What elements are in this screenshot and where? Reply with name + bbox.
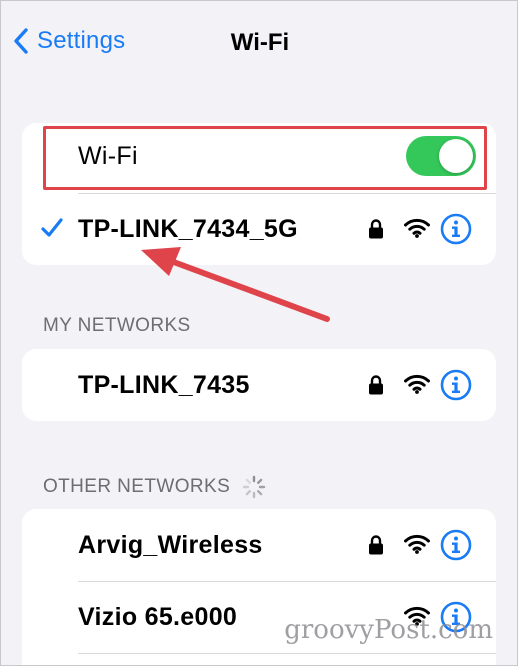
annotation-highlight-box xyxy=(43,126,487,190)
row-divider xyxy=(78,653,496,654)
connected-network-name: TP-LINK_7434_5G xyxy=(78,215,298,243)
lock-icon xyxy=(369,375,383,395)
other-networks-header-row: OTHER NETWORKS xyxy=(43,475,266,499)
network-name: Arvig_Wireless xyxy=(78,531,263,559)
watermark-text: groovyPost.com xyxy=(284,615,493,645)
loading-spinner-icon xyxy=(242,475,266,499)
my-networks-card: TP-LINK_7435 xyxy=(22,349,496,421)
page-title-text: Wi-Fi xyxy=(230,29,290,56)
info-icon[interactable] xyxy=(440,529,472,561)
network-row[interactable]: Arvig_Wireless xyxy=(22,509,496,581)
network-row[interactable]: TP-LINK_7435 xyxy=(22,349,496,421)
page-title: Wi-Fi xyxy=(1,29,517,57)
lock-icon xyxy=(369,535,383,555)
wifi-signal-icon xyxy=(404,534,430,554)
info-icon[interactable] xyxy=(440,369,472,401)
network-name: Vizio 65.e000 xyxy=(78,603,238,631)
other-networks-header: OTHER NETWORKS xyxy=(43,476,231,497)
lock-icon xyxy=(369,219,383,239)
wifi-signal-icon xyxy=(404,374,430,394)
network-name: TP-LINK_7435 xyxy=(78,371,250,399)
my-networks-header: MY NETWORKS xyxy=(43,315,191,336)
wifi-settings-screen: Settings Wi-Fi Wi-Fi TP-LINK_7434_5G MY … xyxy=(0,0,518,666)
wifi-signal-icon xyxy=(404,218,430,238)
connected-network-row[interactable]: TP-LINK_7434_5G xyxy=(22,193,496,265)
navigation-bar: Settings Wi-Fi xyxy=(1,1,517,91)
checkmark-icon xyxy=(41,218,63,237)
info-icon[interactable] xyxy=(440,213,472,245)
